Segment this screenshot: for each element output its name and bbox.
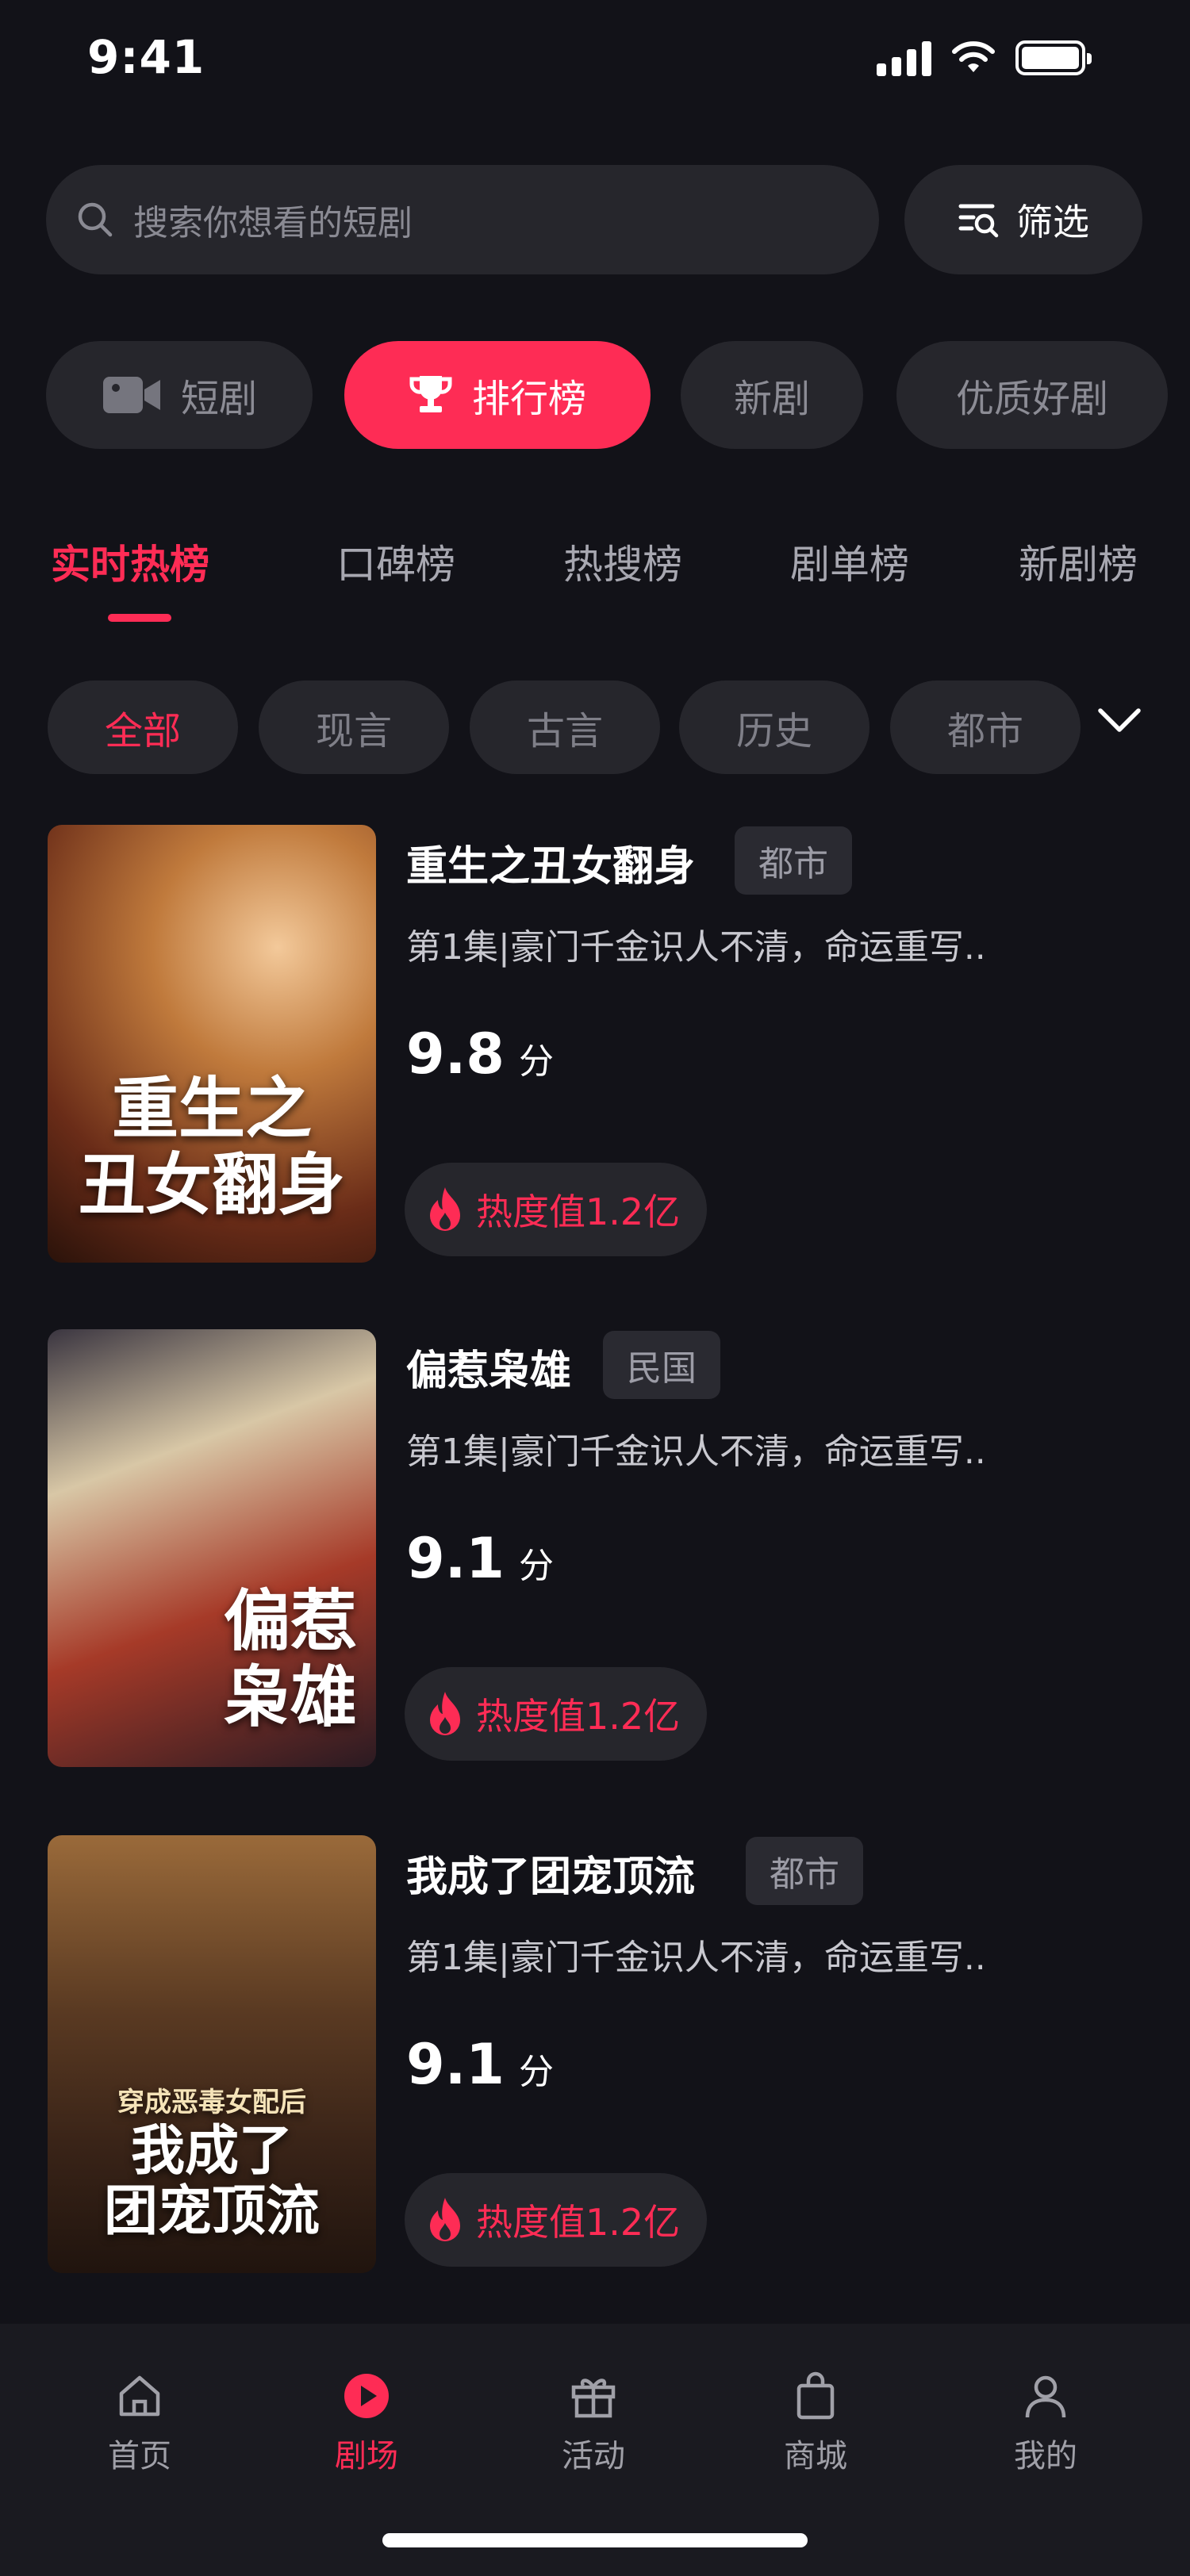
nav-label: 商城 <box>784 2438 847 2474</box>
score: 9.1 分 <box>406 1526 554 1591</box>
home-icon <box>119 2375 160 2417</box>
genre-tag: 民国 <box>603 1331 720 1399</box>
chip-urban[interactable]: 都市 <box>890 680 1081 774</box>
heat-value: 热度值1.2亿 <box>476 1695 681 1738</box>
chevron-down-icon[interactable] <box>1096 706 1142 734</box>
trophy-icon <box>409 373 453 417</box>
chip-all[interactable]: 全部 <box>48 680 238 774</box>
user-icon <box>1025 2375 1066 2418</box>
filter-button[interactable]: 筛选 <box>904 165 1142 274</box>
nav-label: 首页 <box>108 2438 171 2474</box>
score-unit: 分 <box>519 2052 555 2092</box>
heat-badge: 热度值1.2亿 <box>405 1667 708 1761</box>
nav-theater[interactable]: 剧场 <box>287 2371 446 2476</box>
filter-icon <box>958 204 999 238</box>
tab-reputation[interactable]: 口碑榜 <box>336 533 455 590</box>
nav-label: 活动 <box>562 2438 625 2474</box>
pill-label: 优质好剧 <box>955 377 1108 421</box>
genre-tag: 都市 <box>746 1837 863 1905</box>
score-unit: 分 <box>519 1546 555 1586</box>
nav-label: 剧场 <box>335 2438 398 2474</box>
drama-title: 重生之丑女翻身 <box>406 843 696 891</box>
status-time: 9:41 <box>87 30 205 84</box>
poster-title: 偏惹 枭雄 <box>223 1581 357 1736</box>
drama-title: 我成了团宠顶流 <box>406 1853 696 1901</box>
search-placeholder: 搜索你想看的短剧 <box>133 203 413 243</box>
heat-badge: 热度值1.2亿 <box>405 2173 708 2267</box>
video-camera-icon <box>102 374 162 416</box>
fire-icon <box>430 1692 460 1735</box>
score: 9.1 分 <box>406 2032 554 2097</box>
nav-label: 我的 <box>1014 2438 1077 2474</box>
battery-icon <box>1015 40 1092 75</box>
chip-ancient-romance[interactable]: 古言 <box>470 680 660 774</box>
pill-label: 排行榜 <box>471 377 586 421</box>
fire-icon <box>430 1187 460 1231</box>
gift-icon <box>571 2379 616 2418</box>
drama-title: 偏惹枭雄 <box>406 1347 572 1395</box>
heat-value: 热度值1.2亿 <box>476 2201 681 2244</box>
cellular-signal-icon <box>877 40 931 76</box>
tab-drama-list[interactable]: 剧单榜 <box>790 533 909 590</box>
search-icon <box>78 202 113 237</box>
score-value: 9.8 <box>406 1022 505 1087</box>
drama-poster[interactable]: 偏惹 枭雄 <box>48 1329 376 1767</box>
chip-history[interactable]: 历史 <box>679 680 869 774</box>
wifi-icon <box>952 41 995 72</box>
drama-card[interactable]: 偏惹 枭雄 偏惹枭雄 民国 第1集|豪门千金识人不清，命运重写.. 9.1 分 … <box>0 1329 1190 1773</box>
pill-label: 短剧 <box>180 377 257 421</box>
genre-tag: 都市 <box>735 826 852 895</box>
poster-title: 穿成恶毒女配后 我成了 团宠顶流 <box>103 2087 320 2243</box>
pill-ranking[interactable]: 排行榜 <box>344 341 651 449</box>
drama-poster[interactable]: 穿成恶毒女配后 我成了 团宠顶流 <box>48 1835 376 2273</box>
nav-mall[interactable]: 商城 <box>736 2371 895 2476</box>
score-unit: 分 <box>519 1041 555 1082</box>
nav-profile[interactable]: 我的 <box>966 2371 1125 2476</box>
pill-new-drama[interactable]: 新剧 <box>681 341 863 449</box>
nav-home[interactable]: 首页 <box>60 2371 219 2476</box>
tab-hot-search[interactable]: 热搜榜 <box>563 533 682 590</box>
score-value: 9.1 <box>406 2032 505 2097</box>
play-circle-icon <box>344 2374 389 2418</box>
heat-value: 热度值1.2亿 <box>476 1190 681 1233</box>
filter-label: 筛选 <box>1016 201 1089 243</box>
drama-card[interactable]: 穿成恶毒女配后 我成了 团宠顶流 我成了团宠顶流 都市 第1集|豪门千金识人不清… <box>0 1835 1190 2279</box>
score: 9.8 分 <box>406 1022 554 1087</box>
pill-label: 新剧 <box>733 377 810 421</box>
score-value: 9.1 <box>406 1526 505 1591</box>
nav-activity[interactable]: 活动 <box>514 2371 673 2476</box>
chip-modern-romance[interactable]: 现言 <box>259 680 449 774</box>
tab-realtime-hot[interactable]: 实时热榜 <box>51 533 209 590</box>
heat-badge: 热度值1.2亿 <box>405 1163 708 1256</box>
drama-poster[interactable]: 重生之 丑女翻身 <box>48 825 376 1263</box>
status-icons <box>877 40 1092 76</box>
episode-desc: 第1集|豪门千金识人不清，命运重写.. <box>406 927 986 968</box>
poster-title: 重生之 丑女翻身 <box>78 1069 345 1224</box>
tab-new-drama[interactable]: 新剧榜 <box>1019 533 1138 590</box>
pill-quality-drama[interactable]: 优质好剧 <box>896 341 1168 449</box>
shopping-bag-icon <box>797 2371 835 2420</box>
episode-desc: 第1集|豪门千金识人不清，命运重写.. <box>406 1432 986 1472</box>
fire-icon <box>430 2198 460 2241</box>
tab-active-indicator <box>108 614 171 622</box>
search-bar[interactable]: 搜索你想看的短剧 <box>46 165 879 274</box>
home-indicator <box>382 2533 808 2547</box>
drama-card[interactable]: 重生之 丑女翻身 重生之丑女翻身 都市 第1集|豪门千金识人不清，命运重写.. … <box>0 825 1190 1269</box>
episode-desc: 第1集|豪门千金识人不清，命运重写.. <box>406 1938 986 1978</box>
pill-short-drama[interactable]: 短剧 <box>46 341 313 449</box>
